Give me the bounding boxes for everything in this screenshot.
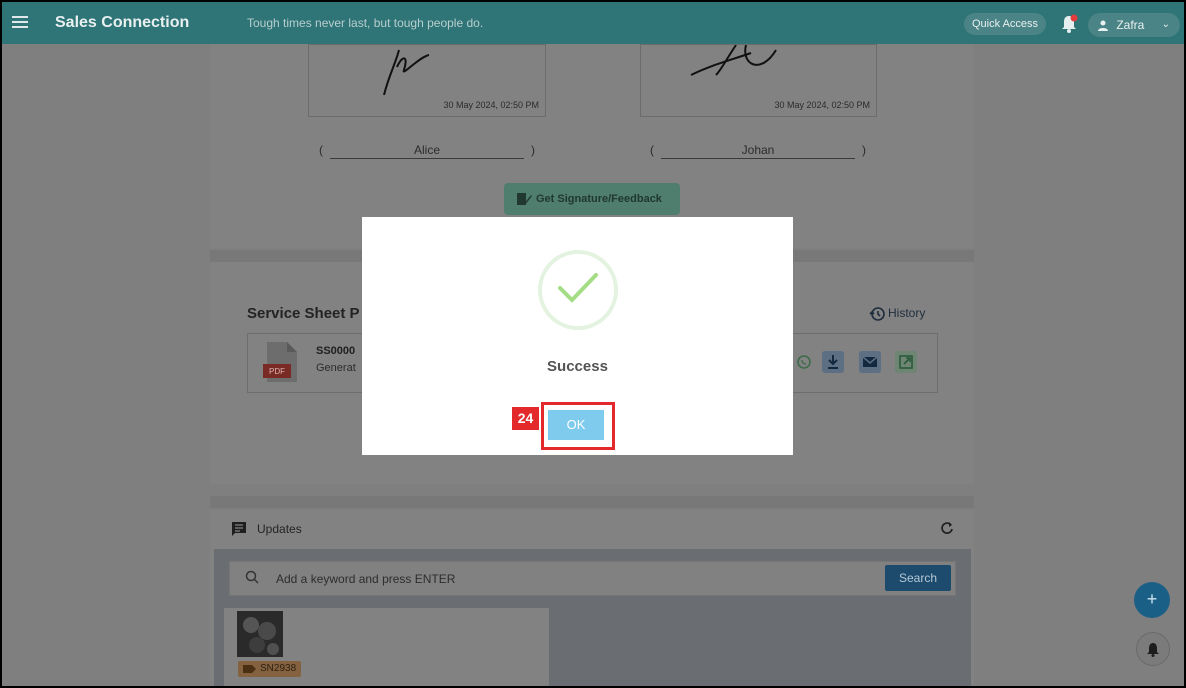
signature-timestamp: 30 May 2024, 02:50 PM <box>774 100 870 110</box>
tagline: Tough times never last, but tough people… <box>247 16 484 30</box>
signature-image <box>690 45 777 76</box>
serial-tag[interactable]: SN2938 <box>238 661 302 677</box>
step-number-badge: 24 <box>512 407 539 430</box>
bell-icon <box>1147 643 1159 657</box>
user-icon <box>1098 20 1108 32</box>
signature-underline <box>330 158 524 159</box>
history-link[interactable]: History <box>869 306 925 322</box>
user-name: Zafra <box>1116 18 1145 32</box>
signature-image <box>383 49 430 95</box>
history-icon <box>869 307 885 321</box>
whatsapp-share-icon[interactable] <box>793 351 815 373</box>
user-menu[interactable]: Zafra ⌄ <box>1088 13 1180 37</box>
engine-photo-thumbnail[interactable] <box>237 611 283 657</box>
paren-close: ) <box>531 143 535 157</box>
refresh-icon[interactable] <box>940 521 954 535</box>
quick-access-button[interactable]: Quick Access <box>964 13 1047 35</box>
get-signature-label: Get Signature/Feedback <box>536 193 662 205</box>
file-status: Generat <box>316 362 356 374</box>
get-signature-button[interactable]: Get Signature/Feedback <box>504 183 680 215</box>
notification-bell-icon[interactable] <box>1059 13 1079 35</box>
pdf-label: PDF <box>269 367 285 376</box>
chevron-down-icon: ⌄ <box>1161 19 1170 30</box>
dialog-title: Success <box>547 358 608 375</box>
signature-box-right: 30 May 2024, 02:50 PM <box>640 44 877 117</box>
history-label: History <box>888 306 926 321</box>
success-dialog: Success 24 OK <box>362 217 793 455</box>
notification-fab-button[interactable] <box>1136 632 1170 666</box>
pdf-file-icon: PDF <box>263 342 297 382</box>
search-button[interactable]: Search <box>885 565 951 591</box>
paren-open: ( <box>319 143 323 157</box>
tag-icon <box>243 665 256 673</box>
signature-pen-icon <box>517 193 532 206</box>
signature-timestamp: 30 May 2024, 02:50 PM <box>443 100 539 110</box>
success-check-icon <box>538 250 618 330</box>
signature-underline <box>661 158 855 159</box>
serial-tag-label: SN2938 <box>260 663 297 674</box>
paren-close: ) <box>862 143 866 157</box>
file-code[interactable]: SS0000 <box>316 345 355 357</box>
section-divider <box>210 496 974 508</box>
add-fab-button[interactable]: + <box>1134 582 1170 618</box>
paren-open: ( <box>650 143 654 157</box>
comment-icon <box>232 522 246 536</box>
search-icon <box>245 570 259 584</box>
top-navbar: Sales Connection Tough times never last,… <box>0 0 1186 44</box>
download-icon[interactable] <box>822 351 844 373</box>
email-icon[interactable] <box>859 351 881 373</box>
search-input-placeholder[interactable]: Add a keyword and press ENTER <box>276 572 455 586</box>
updates-title: Updates <box>257 522 302 536</box>
open-external-icon[interactable] <box>895 351 917 373</box>
signature-box-left: 30 May 2024, 02:50 PM <box>308 44 546 117</box>
signer-name: Alice <box>413 143 440 157</box>
app-title[interactable]: Sales Connection <box>55 14 189 32</box>
service-sheet-title: Service Sheet P <box>247 305 360 322</box>
signer-name: Johan <box>741 143 775 157</box>
hamburger-menu-icon[interactable] <box>12 14 28 30</box>
ok-button[interactable]: OK <box>548 410 604 440</box>
